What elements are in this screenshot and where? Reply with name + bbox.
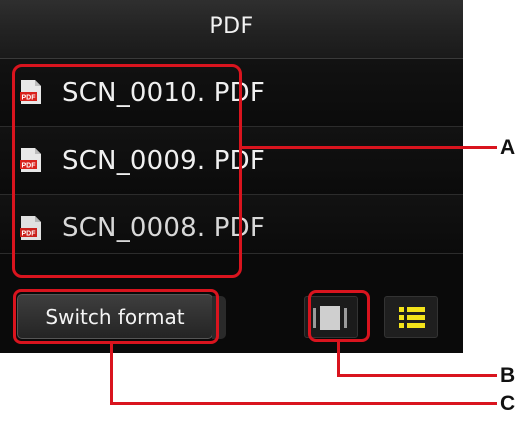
list-view-icon (399, 307, 425, 328)
title-bar: PDF (0, 0, 463, 59)
callout-a-box (12, 64, 242, 278)
screen-title: PDF (209, 14, 254, 39)
callout-c-label: C (500, 392, 516, 415)
callout-b-label: B (500, 364, 516, 387)
callout-c-line-vertical (110, 344, 113, 404)
callout-c-box (13, 289, 219, 344)
callout-b-box (308, 290, 370, 342)
callout-a-label: A (500, 136, 516, 159)
callout-c-line-horizontal (110, 402, 497, 405)
callout-a-line (242, 146, 497, 149)
callout-b-line-horizontal (337, 374, 497, 377)
list-view-button[interactable] (384, 296, 438, 338)
callout-b-line-vertical (337, 342, 340, 376)
